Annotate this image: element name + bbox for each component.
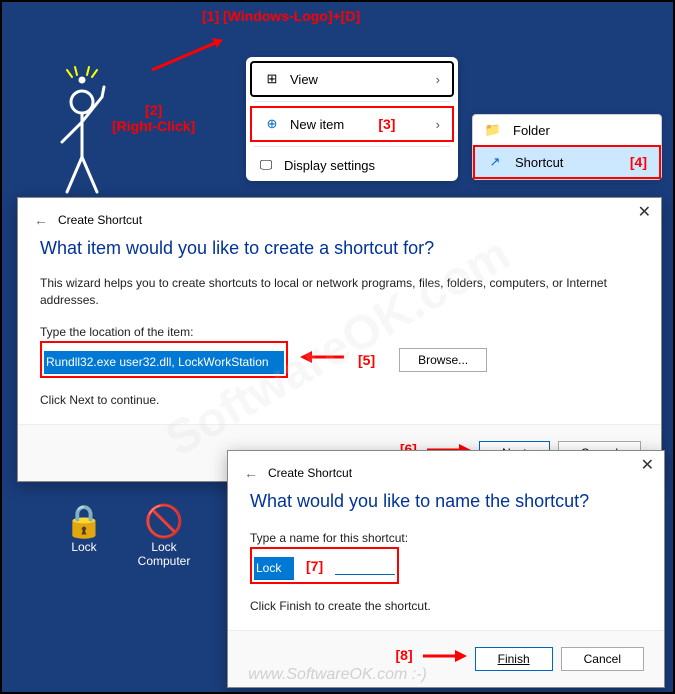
submenu-item-shortcut[interactable]: ↗ Shortcut [4] [473, 145, 661, 179]
shortcut-name-input[interactable] [254, 557, 294, 580]
browse-button[interactable]: Browse... [399, 348, 487, 372]
close-icon[interactable]: ✕ [641, 455, 654, 475]
desktop-icon-lock[interactable]: 🔒 Lock [52, 502, 116, 554]
arrow-icon [147, 32, 237, 72]
monitor-icon: 🖵 [258, 157, 274, 173]
dialog-header: Create Shortcut [58, 213, 142, 227]
arrow-right-icon [421, 647, 467, 671]
grid-icon: ⊞ [264, 71, 280, 87]
finish-button[interactable]: Finish [475, 647, 553, 671]
annotation-7: [7] [306, 556, 323, 576]
chevron-right-icon: › [436, 117, 440, 132]
menu-label: Display settings [284, 158, 375, 173]
location-input[interactable] [44, 351, 284, 374]
dialog-title: What would you like to name the shortcut… [228, 485, 664, 524]
back-icon[interactable]: ← [34, 212, 48, 228]
create-shortcut-dialog-1: ✕ ← Create Shortcut What item would you … [17, 197, 662, 482]
divider [254, 146, 450, 147]
back-icon[interactable]: ← [244, 465, 258, 481]
menu-label: View [290, 72, 318, 87]
desktop-icon-lock-computer[interactable]: 🚫 Lock Computer [132, 502, 196, 568]
dialog-header: Create Shortcut [268, 466, 352, 480]
submenu: 📁 Folder ↗ Shortcut [4] [472, 114, 662, 180]
menu-label: New item [290, 117, 344, 132]
menu-item-view[interactable]: ⊞ View › [250, 61, 454, 97]
context-menu: ⊞ View › ⊕ New item [3] › 🖵 Display sett… [246, 57, 458, 181]
submenu-label: Shortcut [515, 155, 563, 170]
create-shortcut-dialog-2: ✕ ← Create Shortcut What would you like … [227, 450, 665, 688]
annotation-4: [4] [630, 154, 647, 170]
hint-text: Click Next to continue. [40, 392, 639, 409]
icon-label: Lock Computer [132, 540, 196, 568]
submenu-label: Folder [513, 123, 550, 138]
annotation-1: [1] [Windows-Logo]+[D] [202, 8, 360, 24]
divider [254, 101, 450, 102]
annotation-3: [3] [378, 116, 401, 132]
prohibit-icon: 🚫 [132, 502, 196, 540]
cancel-button[interactable]: Cancel [561, 647, 644, 671]
name-label: Type a name for this shortcut: [250, 530, 642, 547]
dialog-title: What item would you like to create a sho… [18, 232, 661, 271]
shortcut-icon: ↗ [487, 154, 503, 170]
folder-icon: 📁 [485, 122, 501, 138]
dialog-description: This wizard helps you to create shortcut… [40, 275, 639, 310]
annotation-5: [5] [358, 350, 375, 370]
submenu-item-folder[interactable]: 📁 Folder [473, 115, 661, 145]
footer-watermark: www.SoftwareOK.com :-) [248, 666, 427, 684]
hint-text: Click Finish to create the shortcut. [250, 598, 642, 615]
menu-item-display[interactable]: 🖵 Display settings [246, 149, 458, 181]
plus-circle-icon: ⊕ [264, 116, 280, 132]
lock-icon: 🔒 [52, 502, 116, 540]
arrow-left-icon [300, 348, 346, 371]
location-label: Type the location of the item: [40, 324, 639, 341]
menu-item-new[interactable]: ⊕ New item [3] › [250, 106, 454, 142]
stick-figure [32, 62, 132, 202]
close-icon[interactable]: ✕ [638, 202, 651, 222]
icon-label: Lock [52, 540, 116, 554]
chevron-right-icon: › [436, 72, 440, 87]
